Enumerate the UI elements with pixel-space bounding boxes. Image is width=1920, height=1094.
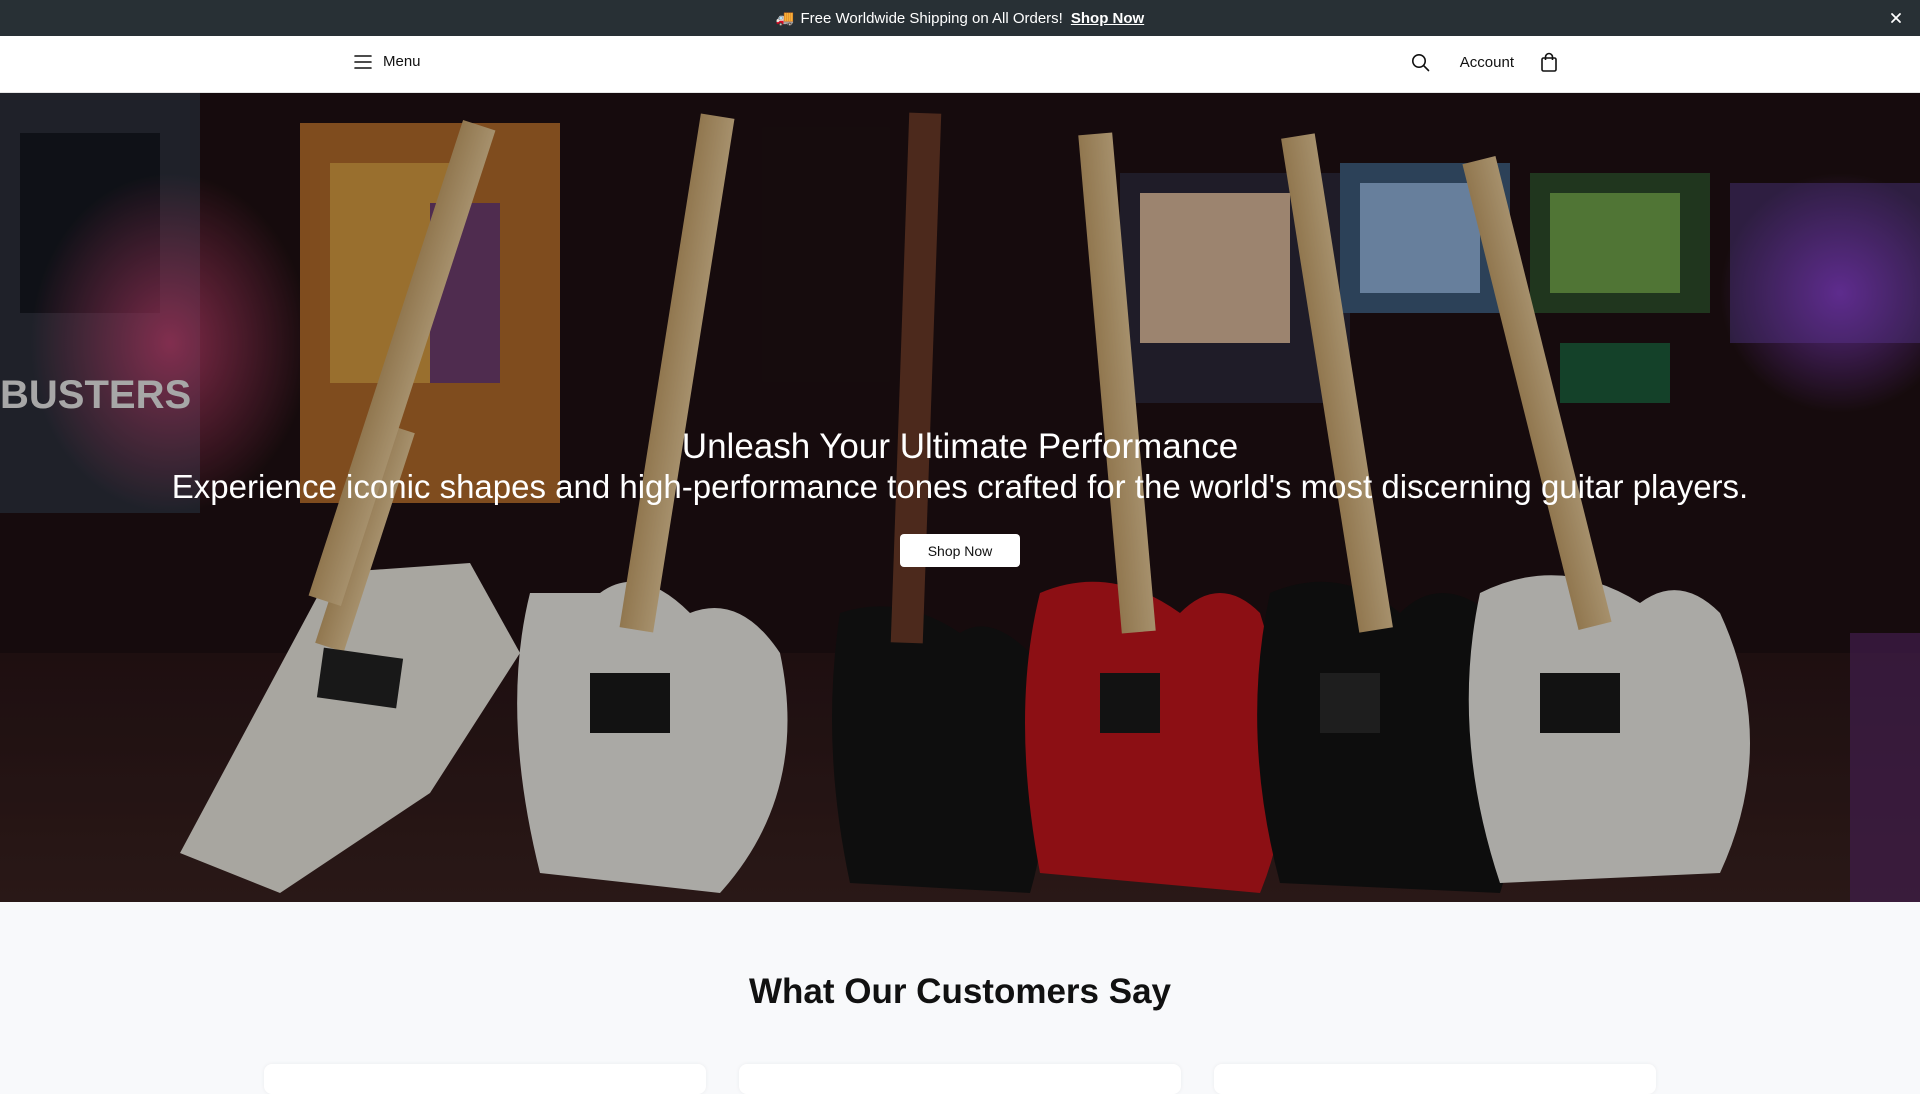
site-header: Menu Account [0,36,1920,93]
testimonials-heading: What Our Customers Say [748,972,1172,1011]
hero-text: Unleash Your Ultimate Performance Experi… [0,427,1920,507]
hero-banner: BUSTERS Unleash Your Ultimate Performanc… [0,93,1920,902]
hero-title: Unleash Your Ultimate Performance [681,427,1239,466]
header-actions: Account [1410,51,1560,73]
hamburger-icon [354,54,372,69]
testimonials-section: What Our Customers Say [0,902,1920,1094]
close-icon[interactable] [1886,8,1906,28]
menu-label: Menu [383,53,421,70]
testimonial-card [264,1064,706,1094]
shopping-bag-icon[interactable] [1538,51,1560,73]
hero-subtitle: Experience iconic shapes and high-perfor… [171,468,1749,505]
testimonial-card [1214,1064,1656,1094]
truck-icon: 🚚 [775,10,795,27]
announcement-bar: 🚚 Free Worldwide Shipping on All Orders!… [0,0,1920,36]
announcement-text: Free Worldwide Shipping on All Orders! [800,9,1063,27]
hero-shop-now-button[interactable]: Shop Now [900,534,1020,567]
menu-button[interactable]: Menu [354,53,421,70]
testimonial-card [739,1064,1181,1094]
account-link[interactable]: Account [1460,54,1514,71]
search-icon[interactable] [1410,51,1432,73]
announcement-shop-now-link[interactable]: Shop Now [1071,10,1144,27]
